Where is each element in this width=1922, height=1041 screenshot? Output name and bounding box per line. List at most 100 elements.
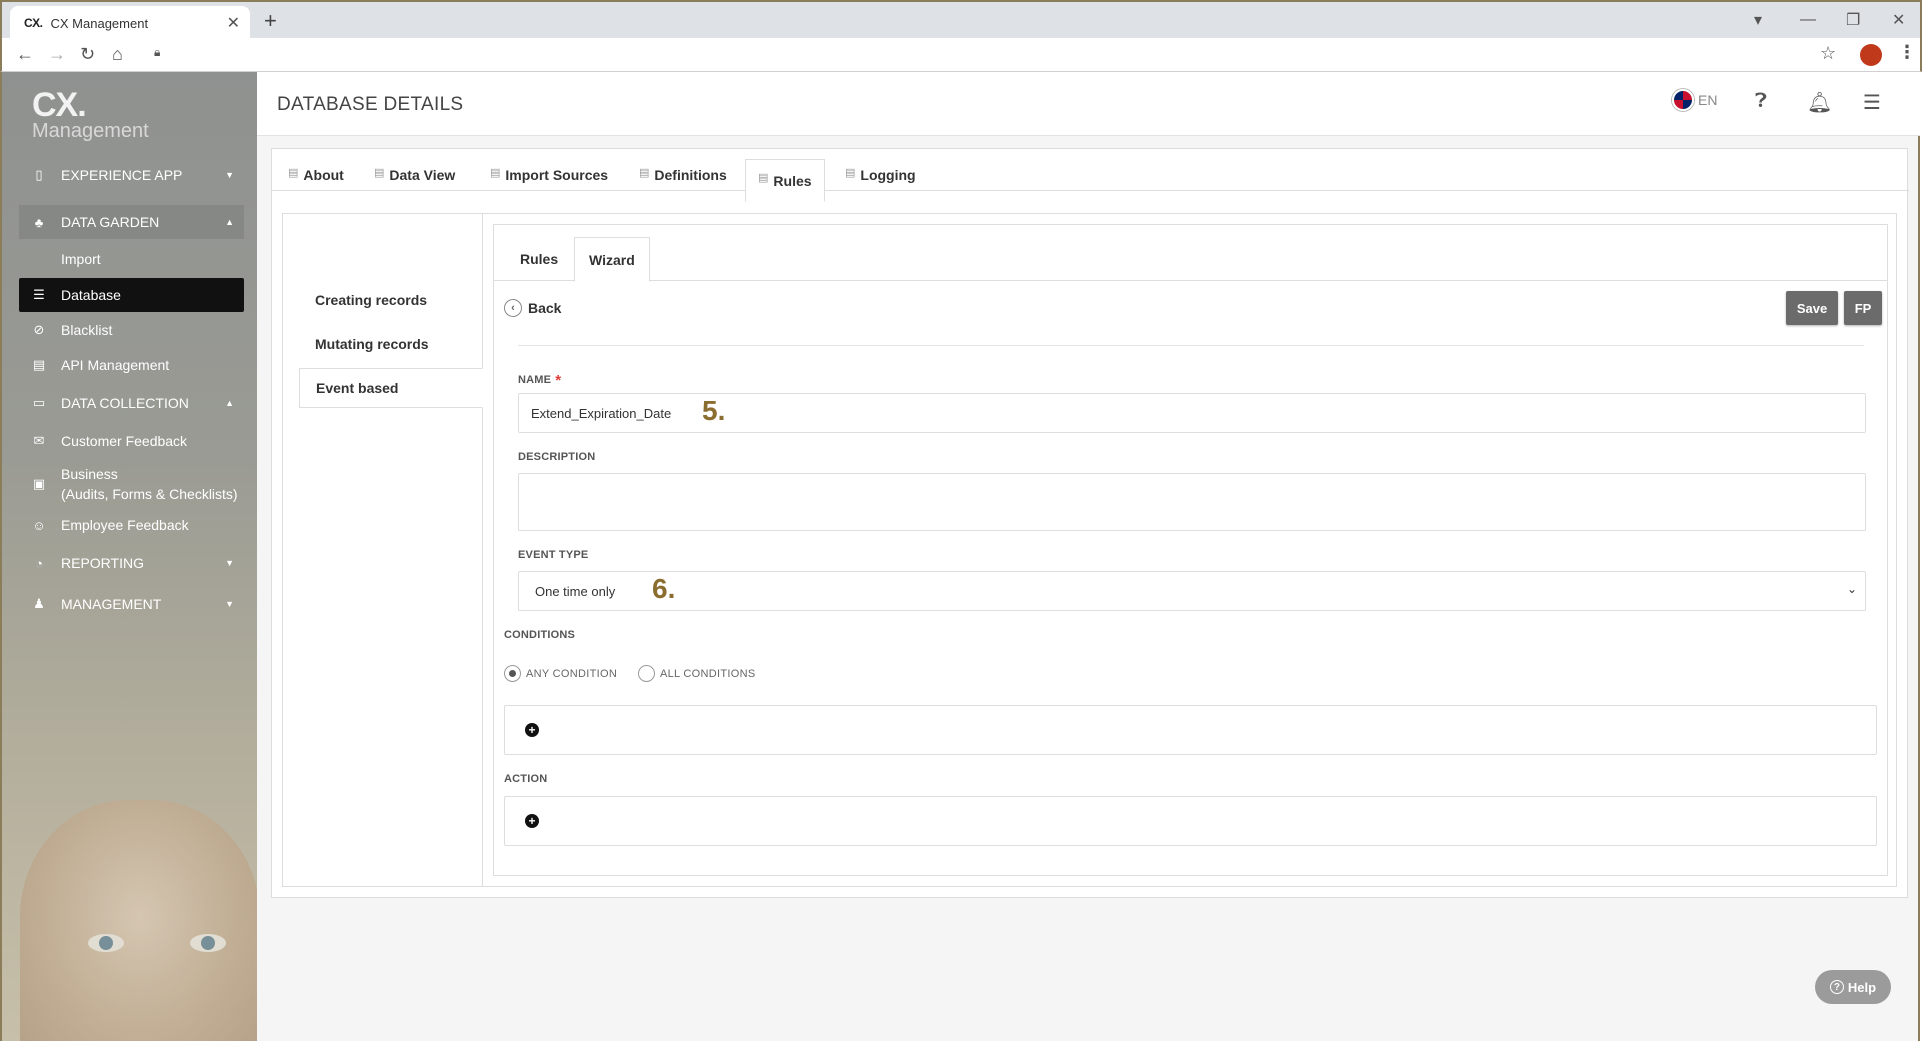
star-icon[interactable]: ☆	[1820, 43, 1836, 64]
step-annotation-5: 5.	[702, 395, 726, 426]
nav-mutating-records[interactable]: Mutating records	[299, 324, 483, 364]
browser-tab[interactable]: CX. CX Management ✕	[10, 6, 250, 40]
sidebar-item-label-line2: (Audits, Forms & Checklists)	[61, 486, 238, 502]
sidebar-item-database[interactable]: ☰ Database	[19, 278, 244, 312]
sidebar-item-import[interactable]: Import	[19, 242, 244, 276]
action-label: ACTION	[504, 773, 548, 785]
radio-button-selected[interactable]	[504, 665, 521, 682]
briefcase-icon: ▣	[32, 476, 46, 491]
close-tab-icon[interactable]: ✕	[227, 13, 240, 33]
conditions-box: +	[504, 705, 1877, 755]
nav-creating-records[interactable]: Creating records	[299, 280, 483, 320]
back-button[interactable]: ‹ Back	[504, 299, 561, 317]
sidebar-item-customer-feedback[interactable]: ✉ Customer Feedback	[19, 424, 244, 458]
forward-arrow-icon[interactable]: →	[48, 44, 66, 65]
sidebar-item-label: EXPERIENCE APP	[61, 167, 183, 183]
tab-icon: ▤	[288, 166, 299, 179]
tab-icon: ▤	[490, 166, 501, 179]
main-content: DATABASE DETAILS EN ❓︎ 🔔︎ ☰ ▤ About ▤ Data…	[257, 72, 1920, 1041]
database-details-card: ▤ About ▤ Data View ▤ Import Sources ▤ Defin…	[271, 148, 1909, 898]
reload-icon[interactable]: ↻	[80, 44, 95, 65]
tab-bar: ▤ About ▤ Data View ▤ Import Sources ▤ Defin…	[272, 149, 1909, 202]
caret-up-icon: ▲	[225, 398, 234, 408]
user-icon: ♟	[33, 596, 45, 611]
caret-up-icon: ▲	[225, 217, 234, 227]
fp-button[interactable]: FP	[1844, 291, 1882, 325]
inbox-icon: ▭	[32, 395, 46, 410]
tab-definitions[interactable]: ▤ Definitions	[627, 159, 739, 191]
back-arrow-icon[interactable]: ←	[16, 44, 34, 65]
sidebar-item-label: Employee Feedback	[61, 517, 189, 533]
sidebar-item-api-management[interactable]: ▤ API Management	[19, 348, 244, 382]
new-tab-icon[interactable]: +	[264, 8, 277, 34]
list-menu-icon[interactable]: ☰	[1863, 90, 1881, 115]
sidebar-item-business[interactable]: ▣ Business (Audits, Forms & Checklists)	[19, 460, 244, 508]
name-label: NAME *	[518, 370, 561, 389]
action-box: +	[504, 796, 1877, 846]
sidebar-item-label: Import	[61, 251, 101, 267]
radio-button[interactable]	[638, 665, 655, 682]
step-annotation-6: 6.	[652, 573, 676, 604]
avatar[interactable]	[1860, 44, 1882, 66]
sidebar-item-experience-app[interactable]: ▯ EXPERIENCE APP ▼	[19, 158, 244, 192]
phone-icon: ▯	[35, 167, 43, 182]
chevron-down-icon: ⌄	[1846, 582, 1857, 596]
tab-import-sources[interactable]: ▤ Import Sources	[478, 159, 620, 191]
event-type-label: EVENT TYPE	[518, 549, 589, 561]
tab-icon: ▤	[639, 166, 650, 179]
divider	[518, 345, 1864, 346]
sidebar-item-data-garden[interactable]: ♣ DATA GARDEN ▲	[19, 205, 244, 239]
language-selector[interactable]: EN	[1698, 92, 1717, 108]
radio-all-conditions[interactable]: ALL CONDITIONS	[638, 665, 755, 682]
sidebar-item-employee-feedback[interactable]: ☺ Employee Feedback	[19, 508, 244, 542]
caret-down-icon: ▼	[225, 558, 234, 568]
help-label: Help	[1847, 979, 1877, 995]
tab-logging[interactable]: ▤ Logging	[833, 159, 928, 191]
sidebar-item-data-collection[interactable]: ▭ DATA COLLECTION ▲	[19, 386, 244, 420]
sidebar-item-reporting[interactable]: ◔ REPORTING ▼	[19, 546, 244, 580]
chevron-left-icon: ‹	[504, 299, 522, 317]
tab-label: Rules	[773, 172, 812, 189]
sidebar-item-label: Blacklist	[61, 322, 113, 338]
home-icon[interactable]: ⌂	[112, 44, 123, 65]
add-action-plus-icon[interactable]: +	[525, 814, 539, 828]
tree-icon: ♣	[34, 214, 44, 230]
description-field[interactable]	[518, 473, 1866, 531]
tab-label: About	[303, 167, 344, 183]
tab-icon: ▤	[374, 166, 385, 179]
subtab-rules[interactable]: Rules	[506, 237, 572, 281]
bell-icon[interactable]: 🔔︎	[1807, 90, 1832, 115]
tab-data-view[interactable]: ▤ Data View	[362, 159, 467, 191]
lock-icon[interactable]: 🔒︎	[154, 45, 160, 60]
sidebar-item-label: DATA COLLECTION	[61, 395, 189, 411]
close-window-icon[interactable]: ✕	[1892, 6, 1905, 34]
question-icon: ?	[1829, 980, 1844, 994]
radio-any-label: ANY CONDITION	[526, 667, 618, 680]
users-icon: ☺	[32, 517, 46, 533]
save-button[interactable]: Save	[1786, 291, 1838, 325]
nav-event-based[interactable]: Event based	[299, 368, 483, 408]
event-type-select[interactable]: One time only ⌄	[518, 571, 1866, 611]
portrait-eye	[190, 934, 226, 952]
tab-about[interactable]: ▤ About	[276, 159, 356, 191]
rule-panel: Rules Wizard ‹ Back Save FP NAME * Extend…	[493, 224, 1888, 876]
sidebar: CX. Management ▯ EXPERIENCE APP ▼ ♣ DATA…	[0, 72, 257, 1041]
add-condition-plus-icon[interactable]: +	[525, 723, 539, 737]
browser-tab-title: CX Management	[50, 15, 149, 31]
sidebar-item-management[interactable]: ♟ MANAGEMENT ▼	[19, 587, 244, 621]
subtab-wizard[interactable]: Wizard	[574, 237, 650, 282]
sidebar-item-label: API Management	[61, 357, 170, 373]
uk-flag-icon[interactable]	[1672, 89, 1694, 111]
kebab-icon[interactable]: ⋮	[1898, 42, 1916, 63]
profile-menu-icon[interactable]: ▾	[1754, 6, 1762, 34]
url-field[interactable]: 🔒︎	[146, 42, 1796, 68]
restore-icon[interactable]: ❐	[1846, 6, 1860, 34]
radio-any-condition[interactable]: ANY CONDITION	[504, 665, 617, 682]
help-circle-icon[interactable]: ❓︎	[1755, 90, 1767, 113]
sidebar-item-blacklist[interactable]: ⊘ Blacklist	[19, 313, 244, 347]
minimize-icon[interactable]: —	[1800, 6, 1816, 34]
tab-rules[interactable]: ▤ Rules	[745, 159, 825, 202]
address-bar: ← → ↻ ⌂ 🔒︎ ☆ ⋮	[0, 38, 1922, 72]
sidebar-item-label: Customer Feedback	[61, 433, 188, 449]
help-button[interactable]: ? Help	[1815, 970, 1891, 1004]
